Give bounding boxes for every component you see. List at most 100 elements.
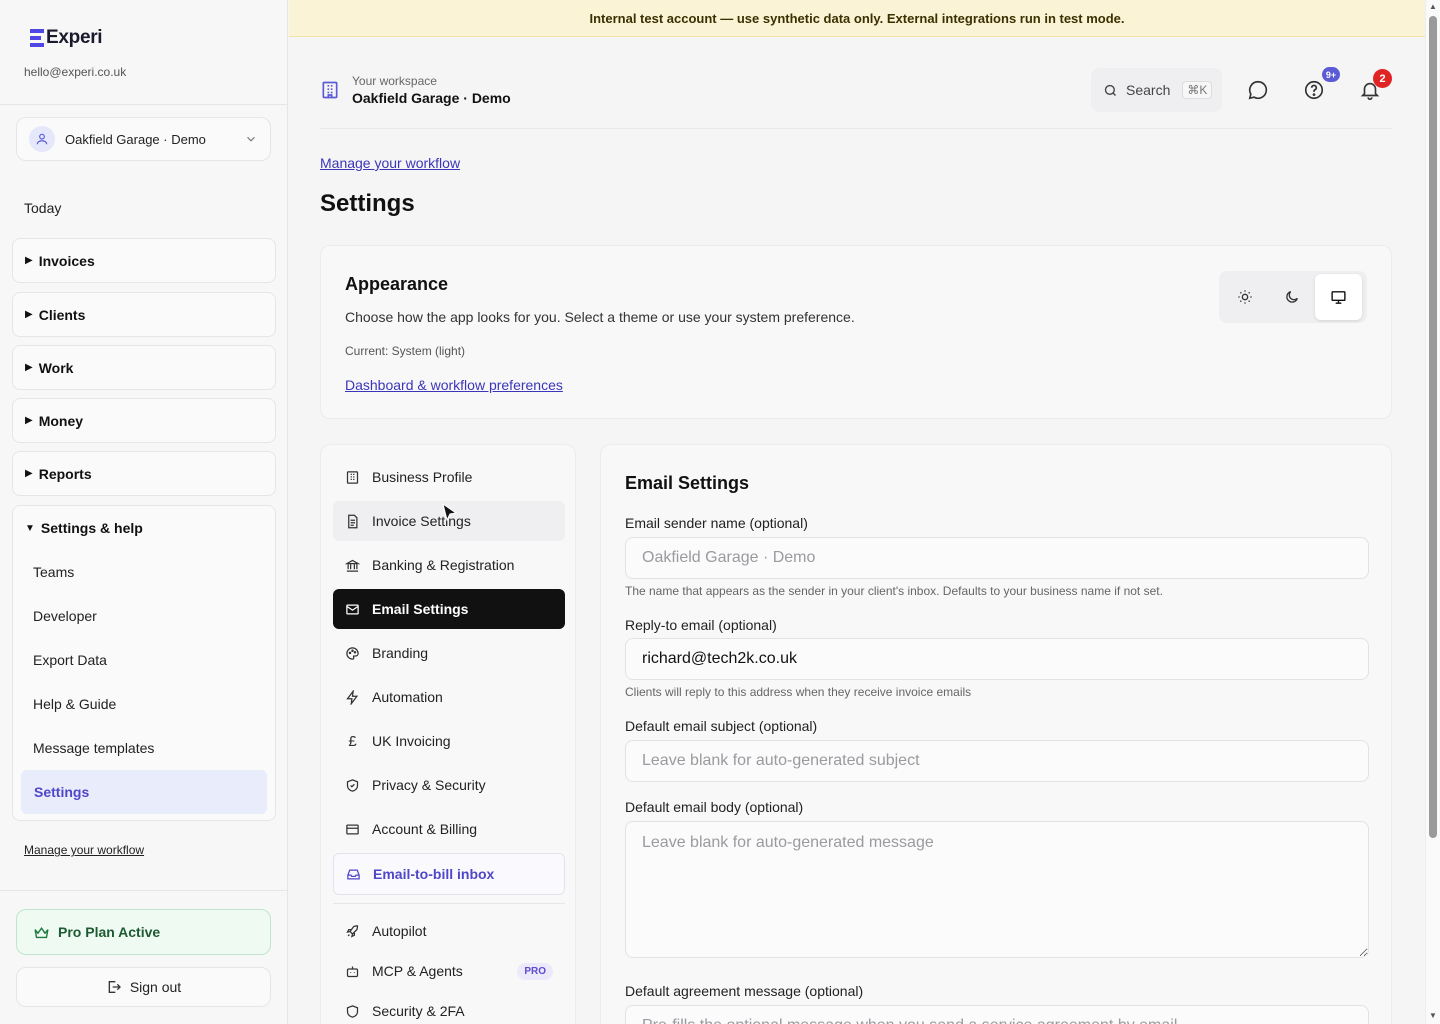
sidebar-group-money[interactable]: ▶ Money — [12, 398, 276, 443]
help-button[interactable] — [1303, 79, 1327, 103]
rocket-icon — [346, 924, 359, 938]
workspace-name: Oakfield Garage · Demo — [65, 131, 206, 147]
appearance-title: Appearance — [345, 274, 449, 294]
user-avatar-icon — [29, 126, 55, 152]
sidebar-item-teams[interactable]: Teams — [33, 564, 74, 580]
reply-to-input[interactable] — [625, 638, 1369, 680]
settings-nav-email-settings[interactable]: Email Settings — [333, 589, 565, 629]
theme-system-button[interactable] — [1315, 274, 1362, 320]
email-settings-card: Email Settings Email sender name (option… — [600, 444, 1392, 1024]
sidebar-item-message-templates[interactable]: Message templates — [33, 740, 154, 756]
settings-nav-banking-registration[interactable]: Banking & Registration — [333, 545, 565, 585]
sidebar-item-today[interactable]: Today — [24, 200, 61, 216]
crown-icon — [34, 926, 49, 938]
pound-icon: £ — [348, 732, 357, 750]
sidebar-group-label: Reports — [38, 465, 92, 482]
settings-nav-automation[interactable]: Automation — [333, 677, 565, 717]
scroll-down-icon[interactable]: ▼ — [1429, 1011, 1437, 1020]
header-divider — [320, 128, 1392, 129]
caret-right-icon: ▶ — [25, 415, 33, 426]
sidebar-group-label: Work — [38, 359, 74, 376]
theme-toggle — [1219, 271, 1367, 323]
theme-dark-button[interactable] — [1268, 274, 1315, 320]
workspace-title: Oakfield Garage · Demo — [352, 90, 511, 106]
pro-plan-badge[interactable]: Pro Plan Active — [16, 909, 271, 955]
sidebar-group-label: Money — [38, 412, 84, 429]
sidebar-group-settings-help: ▼ Settings & help Teams Developer Export … — [12, 505, 276, 821]
search-label: Search — [1126, 82, 1171, 98]
search-icon — [1104, 84, 1116, 96]
email-settings-title: Email Settings — [625, 473, 750, 493]
mail-icon — [346, 604, 359, 614]
sidebar-group-label: Invoices — [38, 252, 95, 269]
search-button[interactable]: Search ⌘K — [1091, 68, 1222, 112]
workspace-header: Your workspace Oakfield Garage · Demo — [320, 74, 511, 106]
dashboard-preferences-link[interactable]: Dashboard & workflow preferences — [345, 377, 563, 393]
reply-to-label: Reply-to email (optional) — [625, 617, 777, 633]
sidebar-group-header[interactable]: ▼ Settings & help — [25, 520, 143, 536]
sidebar-group-work[interactable]: ▶ Work — [12, 345, 276, 390]
sidebar-item-developer[interactable]: Developer — [33, 608, 97, 624]
user-email: hello@experi.co.uk — [24, 65, 127, 79]
sender-name-label: Email sender name (optional) — [625, 515, 808, 531]
card-icon — [346, 824, 359, 834]
settings-nav-branding[interactable]: Branding — [333, 633, 565, 673]
scroll-up-icon[interactable]: ▲ — [1429, 2, 1437, 11]
settings-nav-label: Banking & Registration — [372, 557, 515, 573]
agreement-message-input[interactable] — [625, 1005, 1369, 1024]
sidebar-item-export-data[interactable]: Export Data — [33, 652, 107, 668]
building-icon — [346, 470, 359, 484]
settings-nav-label: Branding — [372, 645, 429, 661]
bank-icon — [345, 559, 360, 572]
logo[interactable]: Experi — [30, 27, 103, 49]
manage-workflow-link[interactable]: Manage your workflow — [24, 843, 144, 857]
settings-nav-divider — [333, 903, 565, 904]
settings-nav-autopilot[interactable]: Autopilot — [333, 911, 565, 951]
settings-nav-mcp-agents[interactable]: MCP & Agents PRO — [333, 951, 565, 991]
email-subject-input[interactable] — [625, 740, 1369, 782]
settings-nav-account-billing[interactable]: Account & Billing — [333, 809, 565, 849]
sender-name-help: The name that appears as the sender in y… — [625, 584, 1163, 598]
sign-out-button[interactable]: Sign out — [16, 967, 271, 1007]
logo-text: Experi — [46, 27, 103, 48]
bot-icon — [346, 966, 359, 977]
settings-nav-label: MCP & Agents — [372, 963, 463, 979]
page-scrollbar[interactable]: ▲ ▼ — [1425, 0, 1440, 1024]
manage-workflow-link[interactable]: Manage your workflow — [320, 155, 460, 171]
settings-nav-label: Account & Billing — [372, 821, 478, 837]
sidebar-group-clients[interactable]: ▶ Clients — [12, 292, 276, 337]
settings-nav-business-profile[interactable]: Business Profile — [333, 457, 565, 497]
chat-icon — [1248, 80, 1268, 100]
sidebar-divider — [0, 890, 288, 891]
agreement-message-label: Default agreement message (optional) — [625, 983, 864, 999]
search-shortcut: ⌘K — [1182, 81, 1213, 99]
settings-nav-label: Privacy & Security — [372, 777, 486, 793]
sidebar-item-settings[interactable]: Settings — [21, 770, 267, 814]
settings-nav-email-to-bill-inbox[interactable]: Email-to-bill inbox — [333, 853, 565, 895]
document-icon — [348, 514, 358, 528]
settings-nav-label: UK Invoicing — [372, 733, 451, 749]
monitor-icon — [1331, 290, 1346, 304]
chat-button[interactable] — [1247, 79, 1271, 103]
logo-icon — [30, 29, 44, 47]
sidebar-item-help-guide[interactable]: Help & Guide — [33, 696, 116, 712]
scrollbar-thumb[interactable] — [1429, 16, 1437, 838]
settings-nav-privacy-security[interactable]: Privacy & Security — [333, 765, 565, 805]
sidebar-group-invoices[interactable]: ▶ Invoices — [12, 238, 276, 283]
sender-name-input[interactable] — [625, 537, 1369, 579]
settings-nav-label: Automation — [372, 689, 443, 705]
sun-icon — [1237, 290, 1252, 304]
settings-nav-label: Autopilot — [372, 923, 427, 939]
sidebar-divider — [0, 104, 288, 105]
workspace-select[interactable]: Oakfield Garage · Demo — [16, 117, 271, 161]
sign-out-label: Sign out — [129, 979, 182, 995]
caret-down-icon: ▼ — [25, 522, 35, 534]
settings-nav-label: Security & 2FA — [372, 1003, 465, 1019]
sidebar: Experi hello@experi.co.uk Oakfield Garag… — [0, 0, 288, 1024]
theme-light-button[interactable] — [1221, 274, 1268, 320]
workspace-label: Your workspace — [352, 74, 437, 88]
settings-nav-security-2fa[interactable]: Security & 2FA — [333, 991, 565, 1024]
sidebar-group-reports[interactable]: ▶ Reports — [12, 451, 276, 496]
settings-nav-uk-invoicing[interactable]: £ UK Invoicing — [333, 721, 565, 761]
email-body-textarea[interactable] — [625, 821, 1369, 958]
